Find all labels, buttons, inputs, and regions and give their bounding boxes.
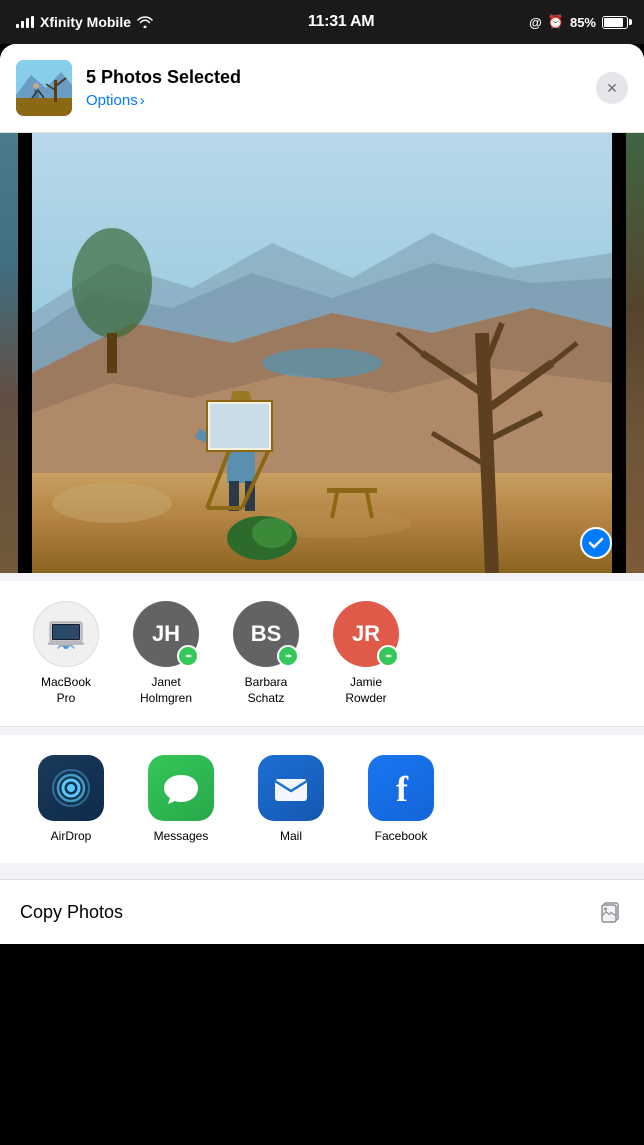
at-icon: @ bbox=[529, 15, 542, 30]
copy-photos-icon bbox=[596, 898, 624, 926]
barbara-initials: BS bbox=[251, 621, 282, 647]
person-janet[interactable]: JH JanetHolmgren bbox=[116, 601, 216, 706]
janet-avatar: JH bbox=[133, 601, 199, 667]
battery-percent: 85% bbox=[570, 15, 596, 30]
photo-left-edge[interactable] bbox=[0, 133, 18, 573]
share-header: 5 Photos Selected Options › ✕ bbox=[0, 44, 644, 133]
status-left: Xfinity Mobile bbox=[16, 14, 153, 30]
barbara-message-badge bbox=[277, 645, 299, 667]
photo-strip bbox=[0, 133, 644, 573]
janet-initials: JH bbox=[152, 621, 180, 647]
person-barbara[interactable]: BS BarbaraSchatz bbox=[216, 601, 316, 706]
person-jamie[interactable]: JR JamieRowder bbox=[316, 601, 416, 706]
macbook-avatar bbox=[33, 601, 99, 667]
app-row: AirDrop Messages Mail bbox=[0, 735, 644, 863]
messages-label: Messages bbox=[154, 829, 209, 843]
facebook-icon: f bbox=[368, 755, 434, 821]
app-airdrop[interactable]: AirDrop bbox=[16, 755, 126, 843]
jamie-avatar: JR bbox=[333, 601, 399, 667]
share-sheet: 5 Photos Selected Options › ✕ bbox=[0, 44, 644, 944]
app-messages[interactable]: Messages bbox=[126, 755, 236, 843]
messages-icon bbox=[148, 755, 214, 821]
section-gap-2 bbox=[0, 727, 644, 735]
janet-name: JanetHolmgren bbox=[140, 675, 192, 706]
copy-photos-label: Copy Photos bbox=[20, 902, 123, 923]
carrier-label: Xfinity Mobile bbox=[40, 14, 131, 30]
status-bar: Xfinity Mobile 11:31 AM @ ⏰ 85% bbox=[0, 0, 644, 44]
share-title: 5 Photos Selected bbox=[86, 67, 582, 88]
macbook-svg bbox=[44, 612, 88, 656]
options-button[interactable]: Options › bbox=[86, 92, 582, 109]
jamie-message-badge bbox=[377, 645, 399, 667]
app-mail[interactable]: Mail bbox=[236, 755, 346, 843]
jamie-initials: JR bbox=[352, 621, 380, 647]
app-facebook[interactable]: f Facebook bbox=[346, 755, 456, 843]
airdrop-label: AirDrop bbox=[51, 829, 92, 843]
person-macbook[interactable]: MacBookPro bbox=[16, 601, 116, 706]
wifi-icon bbox=[137, 16, 153, 28]
signal-icon bbox=[16, 16, 34, 28]
airdrop-icon bbox=[38, 755, 104, 821]
people-row: MacBookPro JH JanetHolmgren BS bbox=[0, 581, 644, 727]
share-title-area: 5 Photos Selected Options › bbox=[86, 67, 582, 109]
barbara-avatar: BS bbox=[233, 601, 299, 667]
battery-icon bbox=[602, 16, 628, 29]
macbook-name: MacBookPro bbox=[41, 675, 91, 706]
share-thumbnail bbox=[16, 60, 72, 116]
photo-main[interactable] bbox=[18, 133, 626, 573]
close-button[interactable]: ✕ bbox=[596, 72, 628, 104]
status-right: @ ⏰ 85% bbox=[529, 14, 628, 30]
mail-label: Mail bbox=[280, 829, 302, 843]
svg-text:f: f bbox=[396, 769, 409, 809]
copy-photos-row[interactable]: Copy Photos bbox=[0, 879, 644, 944]
alarm-icon: ⏰ bbox=[548, 14, 564, 30]
time-display: 11:31 AM bbox=[308, 13, 374, 31]
section-gap-3 bbox=[0, 863, 644, 871]
facebook-label: Facebook bbox=[375, 829, 428, 843]
barbara-name: BarbaraSchatz bbox=[245, 675, 288, 706]
janet-message-badge bbox=[177, 645, 199, 667]
jamie-name: JamieRowder bbox=[345, 675, 386, 706]
photo-right-edge[interactable] bbox=[626, 133, 644, 573]
section-gap-1 bbox=[0, 573, 644, 581]
photo-checkmark bbox=[580, 527, 612, 559]
mail-icon bbox=[258, 755, 324, 821]
